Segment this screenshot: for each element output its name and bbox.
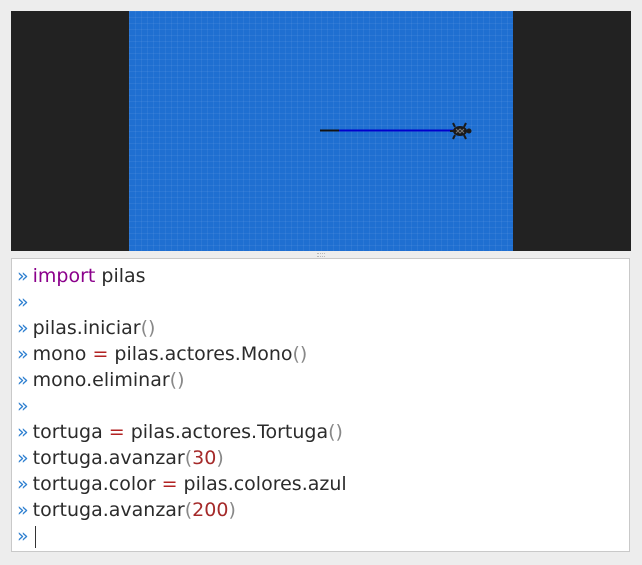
prompt-marker: » bbox=[17, 291, 29, 313]
code-text: tortuga.color bbox=[32, 473, 162, 495]
code-paren-close: ) bbox=[228, 499, 236, 521]
splitter-grip[interactable] bbox=[317, 253, 325, 257]
code-text: pilas.iniciar bbox=[32, 317, 141, 339]
code-text: mono.eliminar bbox=[32, 369, 170, 391]
code-text: pilas.actores.Tortuga bbox=[124, 421, 329, 443]
console-input-line[interactable]: » bbox=[12, 523, 629, 549]
prompt-marker: » bbox=[17, 369, 29, 391]
console-line: » bbox=[12, 289, 629, 315]
code-number: 30 bbox=[192, 447, 217, 469]
stage-drawing bbox=[320, 122, 472, 140]
prompt-marker: » bbox=[17, 343, 29, 365]
prompt-marker: » bbox=[17, 525, 29, 547]
code-text: mono bbox=[32, 343, 93, 365]
code-keyword: import bbox=[32, 265, 96, 287]
console-line: » tortuga.color = pilas.colores.azul bbox=[12, 471, 629, 497]
code-paren-close: ) bbox=[216, 447, 224, 469]
python-console[interactable]: » import pilas » » pilas.iniciar() » mono =… bbox=[11, 258, 630, 552]
code-parens: () bbox=[292, 343, 308, 365]
console-line: » mono.eliminar() bbox=[12, 367, 629, 393]
console-line: » pilas.iniciar() bbox=[12, 315, 629, 341]
panel-splitter[interactable] bbox=[11, 251, 631, 257]
code-operator: = bbox=[108, 421, 125, 443]
code-text: pilas bbox=[95, 265, 146, 287]
code-text: tortuga.avanzar bbox=[32, 447, 185, 469]
prompt-marker: » bbox=[17, 317, 29, 339]
code-operator: = bbox=[92, 343, 109, 365]
prompt-marker: » bbox=[17, 447, 29, 469]
code-operator: = bbox=[161, 473, 178, 495]
console-line: » import pilas bbox=[12, 263, 629, 289]
console-line: » bbox=[12, 393, 629, 419]
code-text: pilas.colores.azul bbox=[177, 473, 347, 495]
console-line: » mono = pilas.actores.Mono() bbox=[12, 341, 629, 367]
console-line: » tortuga.avanzar(200) bbox=[12, 497, 629, 523]
console-line: » tortuga = pilas.actores.Tortuga() bbox=[12, 419, 629, 445]
code-text: tortuga.avanzar bbox=[32, 499, 185, 521]
turtle-icon[interactable] bbox=[450, 122, 472, 140]
prompt-marker: » bbox=[17, 473, 29, 495]
text-cursor bbox=[34, 525, 36, 548]
console-line: » tortuga.avanzar(30) bbox=[12, 445, 629, 471]
prompt-marker: » bbox=[17, 265, 29, 287]
code-text: tortuga bbox=[32, 421, 109, 443]
prompt-marker: » bbox=[17, 395, 29, 417]
prompt-marker: » bbox=[17, 421, 29, 443]
pilas-stage[interactable] bbox=[129, 11, 513, 251]
game-canvas[interactable] bbox=[11, 11, 631, 251]
prompt-marker: » bbox=[17, 499, 29, 521]
code-text: pilas.actores.Mono bbox=[108, 343, 293, 365]
code-parens: () bbox=[169, 369, 185, 391]
code-number: 200 bbox=[192, 499, 229, 521]
code-parens: () bbox=[328, 421, 343, 443]
code-parens: () bbox=[140, 317, 156, 339]
